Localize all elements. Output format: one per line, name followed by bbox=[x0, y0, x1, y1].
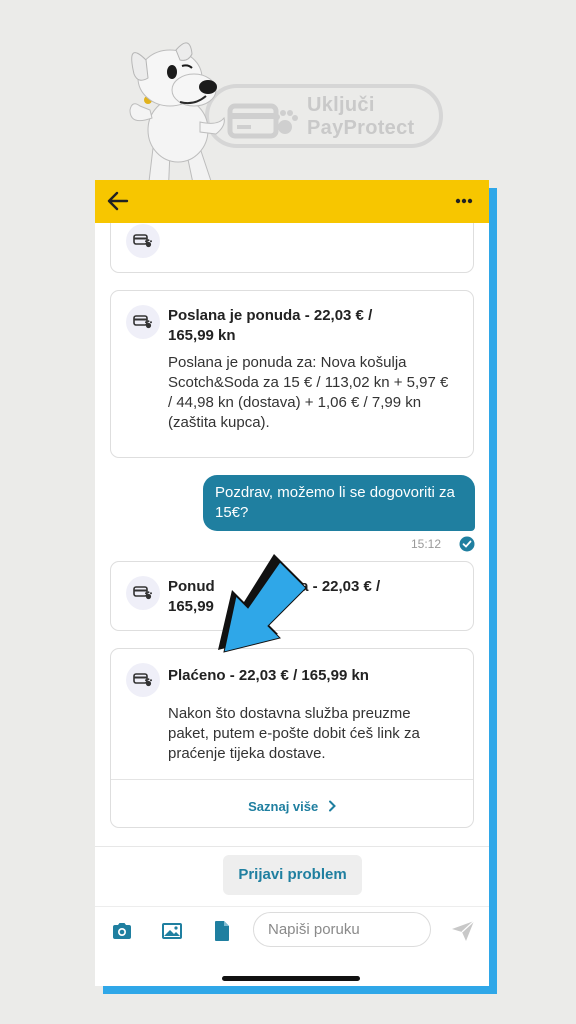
learn-more-link[interactable]: Saznaj više bbox=[111, 799, 473, 814]
card-title: Plaćeno - 22,03 € / 165,99 kn bbox=[168, 667, 369, 684]
chat-messages[interactable]: Poslana je ponuda - 22,03 € / 165,99 kn … bbox=[95, 223, 489, 846]
payprotect-label-line1: Uključi bbox=[307, 94, 375, 116]
offer-sent-card: Poslana je ponuda - 22,03 € / 165,99 kn … bbox=[110, 290, 474, 458]
divider bbox=[95, 846, 489, 847]
home-indicator bbox=[222, 976, 360, 981]
card-paw-icon bbox=[126, 663, 160, 697]
arrow-left-icon[interactable] bbox=[107, 191, 129, 211]
user-message-bubble: Pozdrav, možemo li se dogovoriti za 15€? bbox=[203, 475, 475, 531]
card-paw-icon bbox=[126, 224, 160, 258]
send-icon[interactable] bbox=[451, 920, 475, 942]
image-icon[interactable] bbox=[161, 921, 183, 941]
paid-card: Plaćeno - 22,03 € / 165,99 kn Nakon što … bbox=[110, 648, 474, 828]
card-body: Nakon što dostavna služba preuzme paket,… bbox=[168, 705, 420, 762]
card-body: Poslana je ponuda za: Nova košulja Scotc… bbox=[168, 354, 449, 431]
divider bbox=[95, 906, 489, 907]
card-paw-icon bbox=[126, 305, 160, 339]
system-message-card bbox=[110, 223, 474, 273]
camera-icon[interactable] bbox=[111, 922, 133, 940]
payprotect-label-line2: PayProtect bbox=[307, 117, 415, 139]
card-paw-icon bbox=[126, 576, 160, 610]
report-problem-button[interactable]: Prijavi problem bbox=[223, 855, 362, 895]
message-input[interactable] bbox=[253, 912, 431, 947]
read-check-icon bbox=[459, 536, 475, 552]
chevron-right-icon bbox=[328, 800, 336, 812]
message-time: 15:12 bbox=[411, 537, 442, 551]
dog-mascot bbox=[129, 42, 236, 204]
card-title: Poslana je ponuda - 22,03 € / 165,99 kn bbox=[168, 307, 373, 344]
file-icon[interactable] bbox=[213, 920, 231, 942]
chat-header bbox=[95, 180, 489, 223]
annotation-arrow-icon bbox=[218, 554, 307, 653]
more-dots-icon[interactable] bbox=[455, 198, 473, 204]
divider bbox=[111, 779, 473, 780]
